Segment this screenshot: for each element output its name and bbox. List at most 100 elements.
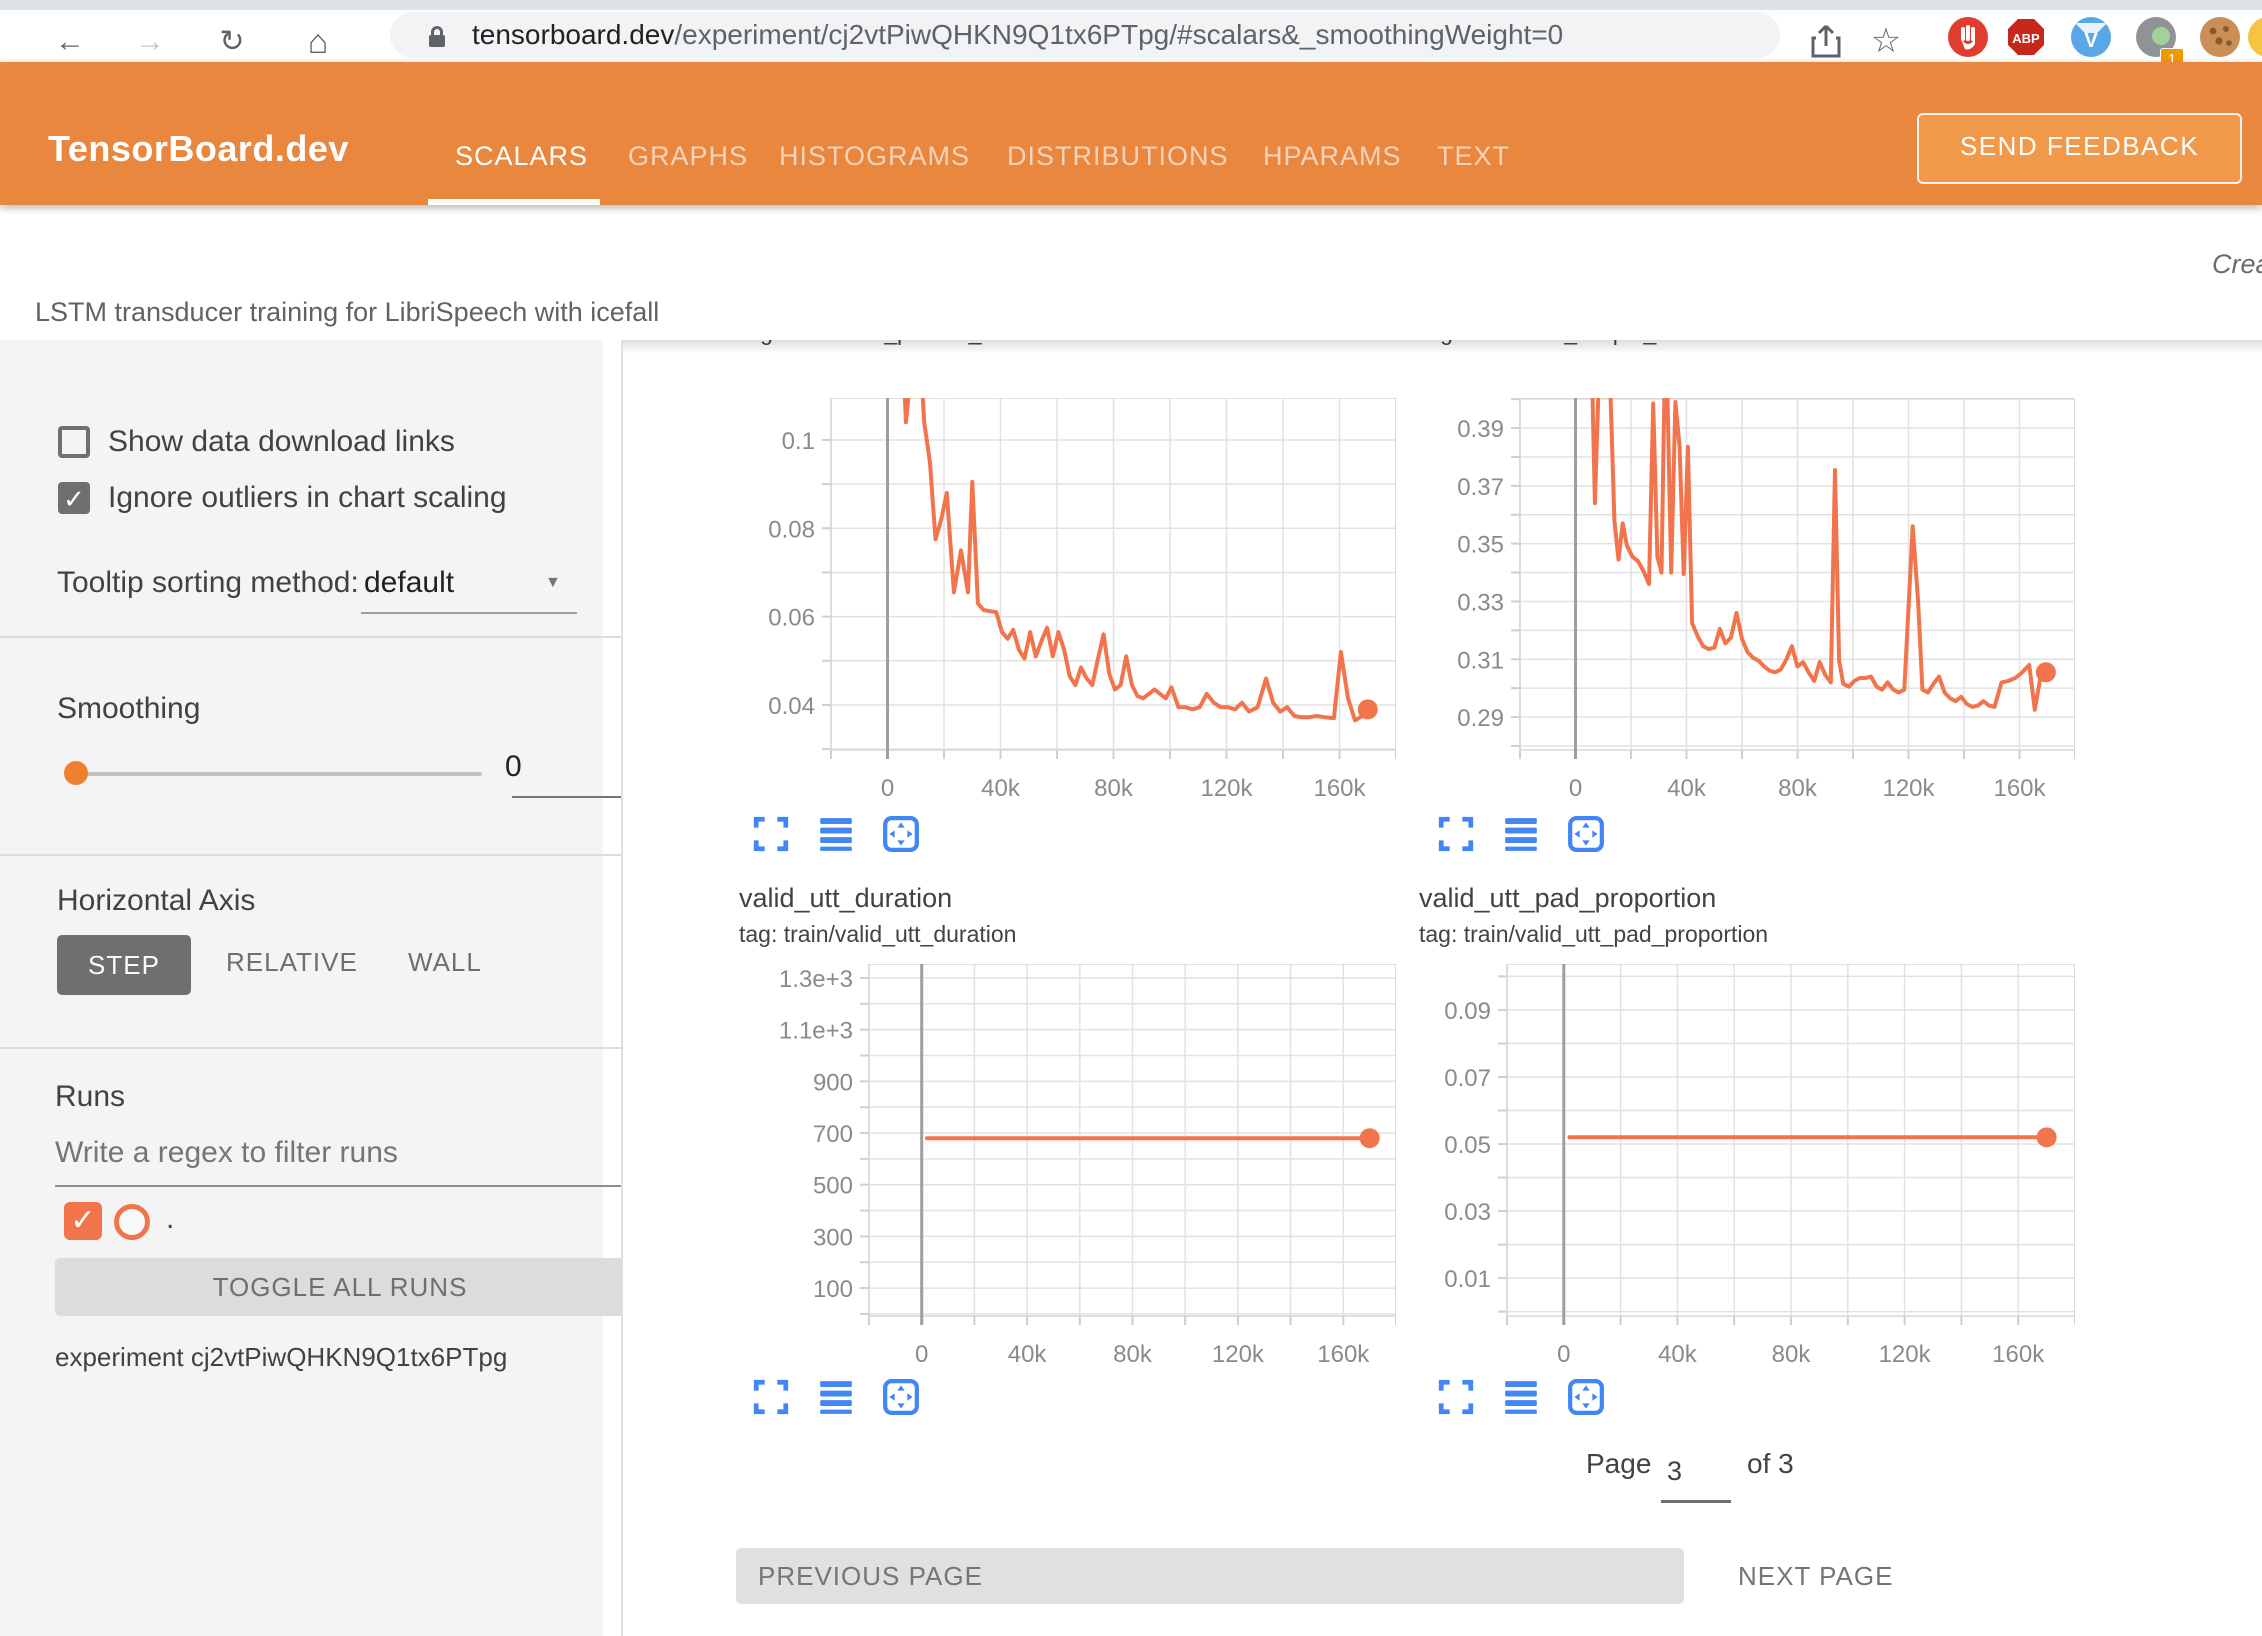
divider — [0, 1047, 636, 1049]
svg-text:0: 0 — [1557, 1341, 1570, 1368]
fullscreen-icon[interactable] — [752, 1378, 790, 1416]
haxis-wall-button[interactable]: WALL — [408, 947, 482, 978]
data-table-icon[interactable] — [1502, 1378, 1540, 1416]
svg-text:700: 700 — [813, 1121, 853, 1148]
next-page-button[interactable]: NEXT PAGE — [1716, 1548, 1915, 1604]
runs-label: Runs — [55, 1080, 125, 1114]
tab-histograms[interactable]: HISTOGRAMS — [779, 138, 970, 174]
active-tab-underline — [428, 199, 600, 205]
page-label: Page — [1586, 1448, 1651, 1480]
data-table-icon[interactable] — [1502, 815, 1540, 853]
runs-filter-input[interactable]: Write a regex to filter runs — [55, 1136, 398, 1170]
run-name: . — [166, 1202, 174, 1236]
fit-domain-icon[interactable] — [1567, 1378, 1605, 1416]
divider — [0, 636, 636, 638]
chart-toolbar — [1437, 815, 1605, 853]
tab-hparams[interactable]: HPARAMS — [1263, 138, 1402, 174]
svg-text:120k: 120k — [1879, 1341, 1932, 1368]
previous-page-button[interactable]: PREVIOUS PAGE — [736, 1548, 1684, 1604]
ignore-outliers-label: Ignore outliers in chart scaling — [108, 481, 507, 515]
tab-graphs[interactable]: GRAPHS — [628, 138, 748, 174]
app-logo[interactable]: TensorBoard.dev — [48, 128, 349, 170]
fit-domain-icon[interactable] — [882, 815, 920, 853]
chevron-down-icon[interactable]: ▼ — [545, 574, 561, 592]
fit-domain-icon[interactable] — [1567, 815, 1605, 853]
data-table-icon[interactable] — [817, 815, 855, 853]
smoothing-value-input[interactable]: 0 — [505, 750, 565, 784]
smoothing-slider-thumb[interactable] — [64, 761, 88, 785]
smoothing-value-underline — [512, 796, 632, 798]
send-feedback-button[interactable]: SEND FEEDBACK — [1917, 113, 2242, 184]
fullscreen-icon[interactable] — [1437, 1378, 1475, 1416]
fit-domain-icon[interactable] — [882, 1378, 920, 1416]
run-color-swatch-icon[interactable] — [114, 1204, 150, 1240]
chart-tag-clipped: tag: train/valid_simple_loss — [1421, 340, 1697, 346]
fullscreen-icon[interactable] — [1437, 815, 1475, 853]
svg-text:0.31: 0.31 — [1457, 647, 1504, 674]
experiment-id-label: experiment cj2vtPiwQHKN9Q1tx6PTpg — [55, 1342, 507, 1373]
back-icon[interactable]: ← — [48, 20, 92, 64]
svg-text:300: 300 — [813, 1224, 853, 1251]
data-table-icon[interactable] — [817, 1378, 855, 1416]
svg-text:0.29: 0.29 — [1457, 705, 1504, 732]
runs-filter-underline — [55, 1185, 633, 1187]
abp-extension-icon[interactable]: ABP — [2006, 17, 2046, 57]
svg-text:0.01: 0.01 — [1444, 1266, 1491, 1293]
chart-valid-pruned-loss[interactable]: 0.040.060.080.1040k80k120k160k — [722, 398, 1396, 810]
browser-tab-corner — [0, 10, 16, 62]
toggle-all-runs-button[interactable]: TOGGLE ALL RUNS — [55, 1258, 625, 1316]
svg-text:100: 100 — [813, 1276, 853, 1303]
home-icon[interactable]: ⌂ — [296, 20, 340, 64]
chart-tag: tag: train/valid_utt_duration — [739, 921, 1016, 948]
chart-tag: tag: train/valid_utt_pad_proportion — [1419, 921, 1768, 948]
horizontal-axis-label: Horizontal Axis — [57, 884, 255, 918]
haxis-step-button[interactable]: STEP — [57, 935, 191, 995]
smiley-extension-icon[interactable] — [2248, 17, 2262, 57]
stop-hand-extension-icon[interactable] — [1948, 17, 1988, 57]
svg-text:160k: 160k — [1992, 1341, 2045, 1368]
tooltip-select-underline — [361, 612, 577, 614]
forward-icon[interactable]: → — [128, 20, 172, 64]
chart-valid-utt-duration[interactable]: 1003005007009001.1e+31.3e+3040k80k120k16… — [742, 964, 1396, 1376]
svg-text:80k: 80k — [1778, 775, 1818, 802]
svg-text:80k: 80k — [1113, 1341, 1153, 1368]
bookmark-star-icon[interactable]: ☆ — [1862, 18, 1910, 64]
chart-toolbar — [752, 815, 920, 853]
ignore-outliers-checkbox[interactable]: ✓ — [58, 482, 90, 514]
svg-text:40k: 40k — [981, 775, 1021, 802]
chart-valid-simple-loss[interactable]: 0.290.310.330.350.370.39040k80k120k160k — [1422, 398, 2075, 810]
svg-text:0.35: 0.35 — [1457, 532, 1504, 559]
smoothing-slider-track[interactable] — [70, 772, 482, 776]
experiment-title: LSTM transducer training for LibriSpeech… — [35, 297, 659, 328]
svg-text:160k: 160k — [1313, 775, 1366, 802]
browser-toolbar: ← → ↻ ⌂ tensorboard.dev/experiment/cj2vt… — [0, 10, 2262, 62]
tensorboard-page: ← → ↻ ⌂ tensorboard.dev/experiment/cj2vt… — [0, 0, 2262, 1636]
share-icon[interactable] — [1804, 20, 1848, 64]
svg-text:0.06: 0.06 — [768, 605, 815, 632]
tab-distributions[interactable]: DISTRIBUTIONS — [1007, 138, 1229, 174]
svg-text:40k: 40k — [1008, 1341, 1048, 1368]
page-number-input[interactable]: 3 — [1661, 1456, 1733, 1487]
chart-valid-utt-pad-proportion[interactable]: 0.010.030.050.070.09040k80k120k160k — [1422, 964, 2075, 1376]
run-visibility-checkbox[interactable]: ✓ — [64, 1202, 102, 1240]
cookie-extension-icon[interactable] — [2200, 17, 2240, 57]
v-extension-icon[interactable]: V — [2071, 17, 2111, 57]
svg-text:120k: 120k — [1200, 775, 1253, 802]
fullscreen-icon[interactable] — [752, 815, 790, 853]
page-input-underline — [1661, 1500, 1731, 1503]
tooltip-sorting-select[interactable]: default — [364, 566, 454, 600]
svg-text:0.03: 0.03 — [1444, 1199, 1491, 1226]
haxis-relative-button[interactable]: RELATIVE — [226, 947, 358, 978]
svg-text:V: V — [2084, 30, 2098, 52]
tab-text[interactable]: TEXT — [1437, 138, 1510, 174]
check-icon: ✓ — [63, 484, 85, 514]
reload-icon[interactable]: ↻ — [210, 20, 254, 64]
svg-text:80k: 80k — [1772, 1341, 1812, 1368]
tab-scalars[interactable]: SCALARS — [455, 138, 588, 174]
browser-tab-strip — [0, 0, 2262, 10]
chart-title: valid_utt_duration — [739, 883, 952, 914]
tooltip-sorting-label: Tooltip sorting method: — [57, 566, 359, 600]
show-download-links-checkbox[interactable] — [58, 426, 90, 458]
url-path: /experiment/cj2vtPiwQHKN9Q1tx6PTpg/#scal… — [674, 19, 1563, 50]
url-text[interactable]: tensorboard.dev/experiment/cj2vtPiwQHKN9… — [472, 12, 1563, 58]
